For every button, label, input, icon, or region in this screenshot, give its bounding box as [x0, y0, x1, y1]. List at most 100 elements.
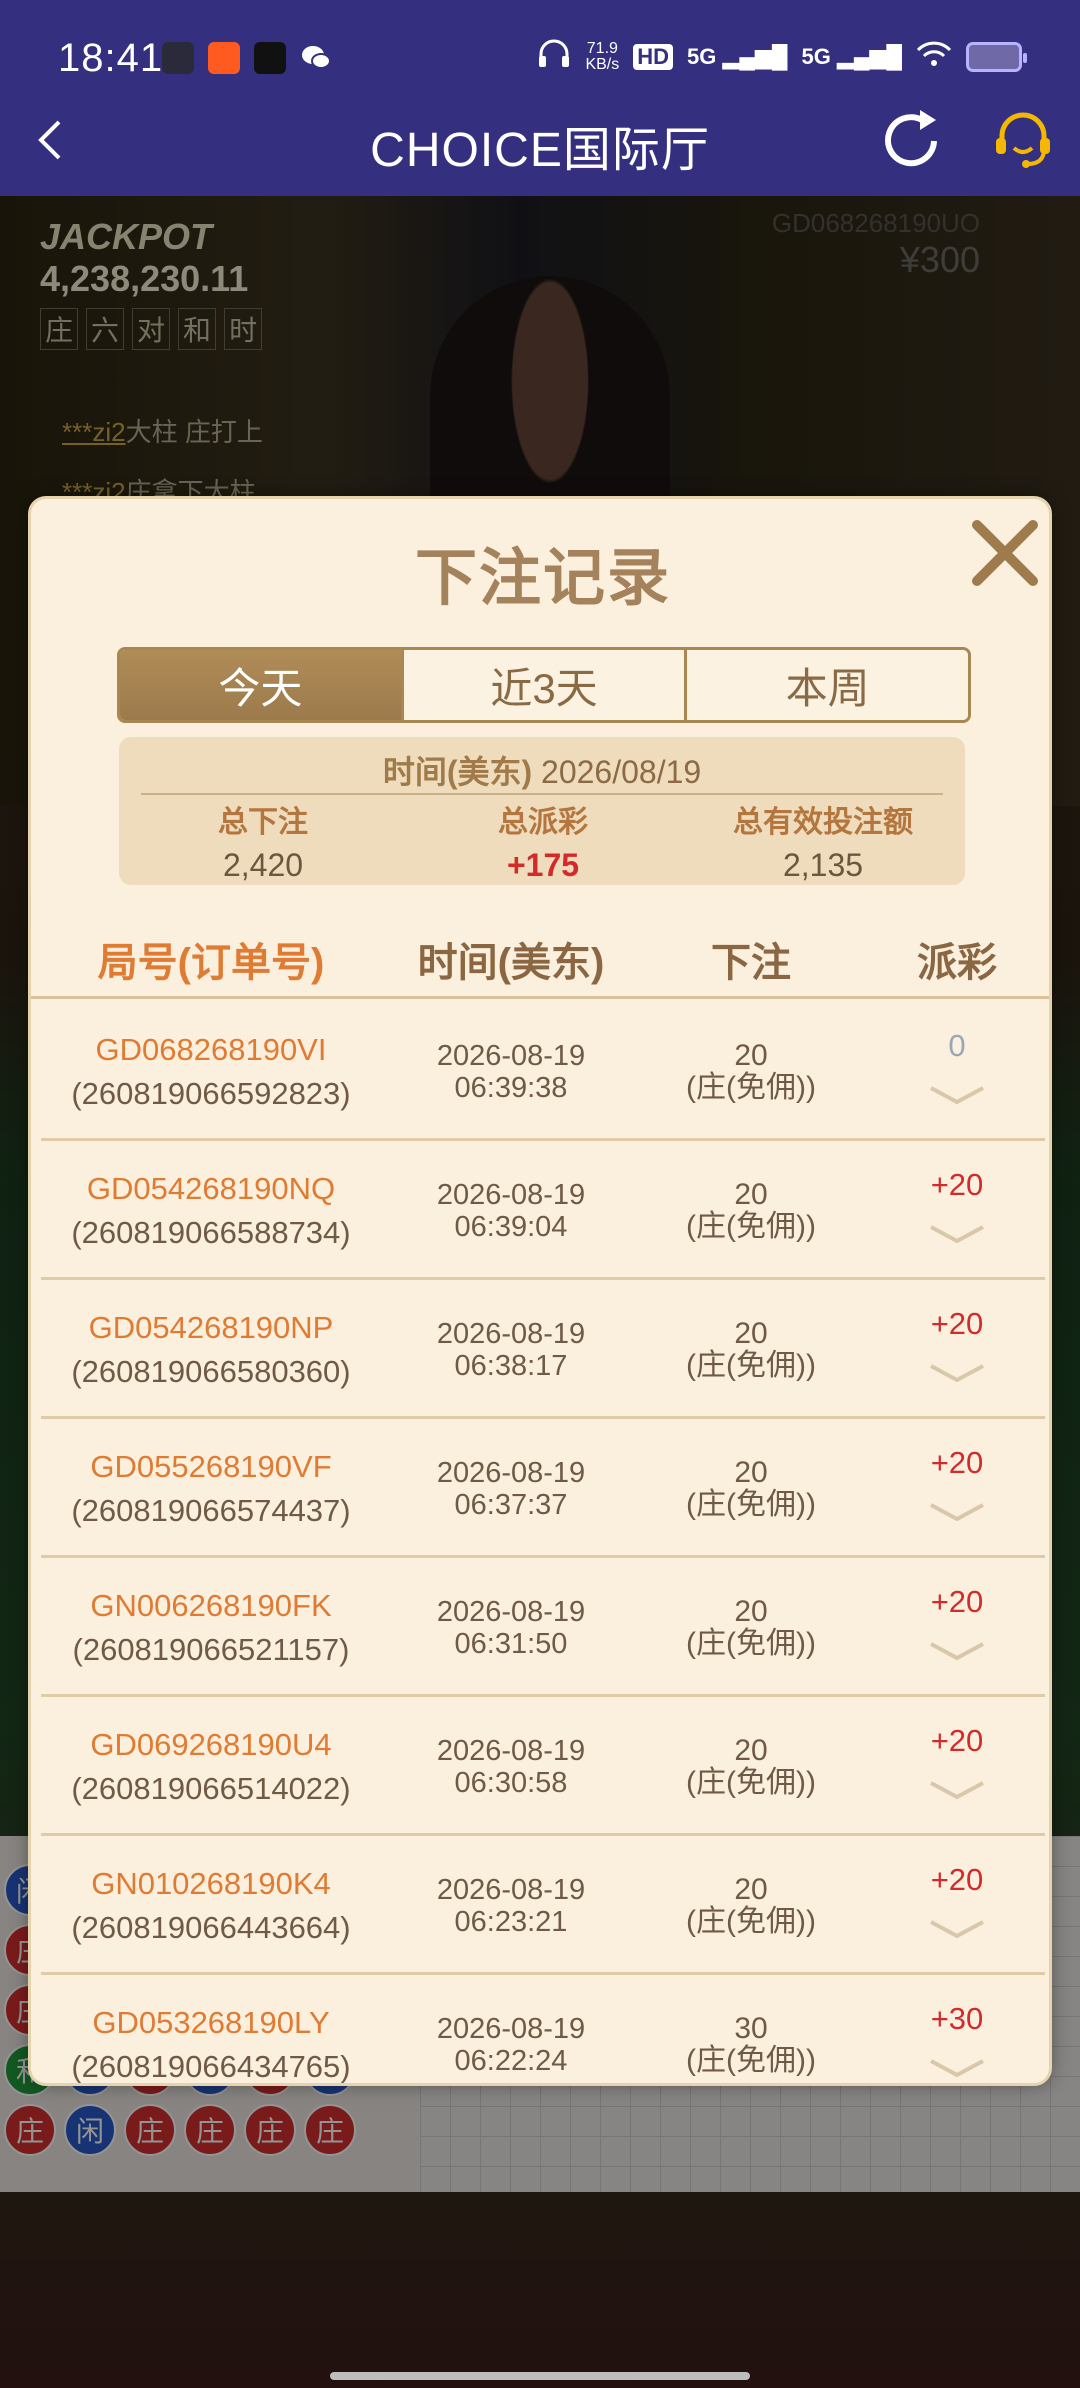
headphones-icon [537, 38, 571, 75]
chevron-down-icon[interactable] [927, 2055, 987, 2079]
bet-cell: 20 (庄(免佣)) [641, 1836, 861, 1975]
payout-amount: +20 [930, 1862, 984, 1897]
bet-amount: 30 [734, 2011, 768, 2045]
table-row[interactable]: GD054268190NP (260819066580360) 2026-08-19… [41, 1280, 1045, 1419]
bet-date: 2026-08-19 [436, 2012, 586, 2045]
game-id: GD068268190VI [95, 1031, 327, 1067]
game-id: GN010268190K4 [91, 1865, 331, 1901]
order-number: (260819066521157) [72, 1631, 350, 1667]
table-row[interactable]: GD069268190U4 (260819066514022) 2026-08-19… [41, 1697, 1045, 1836]
bet-amount: 20 [734, 1733, 768, 1767]
round-id-cell: GD069268190U4 (260819066514022) [41, 1697, 381, 1836]
bet-date: 2026-08-19 [436, 1873, 586, 1906]
table-row[interactable]: GD055268190VF (260819066574437) 2026-08-19… [41, 1419, 1045, 1558]
bet-date: 2026-08-19 [436, 1734, 586, 1767]
tiktok-icon [254, 42, 286, 74]
signal-5g-1: 5G ▂▄▆█ [687, 43, 788, 69]
summary-panel: 时间(美东) 2026/08/19 总下注 2,420 总派彩 +175 总有效… [119, 737, 965, 885]
col-round-id: 局号(订单号) [97, 941, 325, 985]
bet-record-list[interactable]: GD068268190VI (260819066592823) 2026-08-19… [41, 1002, 1045, 2084]
chevron-down-icon[interactable] [927, 1499, 987, 1523]
time-cell: 2026-08-19 06:23:21 [386, 1836, 636, 1975]
payout-cell: +20 [877, 1697, 1037, 1836]
table-row[interactable]: GN010268190K4 (260819066443664) 2026-08-19… [41, 1836, 1045, 1975]
time-cell: 2026-08-19 06:31:50 [386, 1558, 636, 1697]
divider [141, 793, 943, 795]
dialog-title: 下注记录 [414, 544, 671, 613]
tab-today[interactable]: 今天 [120, 650, 404, 720]
bet-date: 2026-08-19 [436, 1595, 586, 1628]
bet-cell: 20 (庄(免佣)) [641, 1419, 861, 1558]
round-id-cell: GD055268190VF (260819066574437) [41, 1419, 381, 1558]
bet-time: 06:39:04 [454, 1210, 568, 1243]
bet-type: (庄(免佣)) [686, 1487, 816, 1521]
summary-date: 时间(美东) 2026/08/19 [382, 754, 702, 790]
col-payout: 派彩 [917, 941, 997, 985]
payout-amount: +20 [930, 1584, 984, 1619]
bet-cell: 30 (庄(免佣)) [641, 1975, 861, 2083]
customer-service-icon [996, 112, 1050, 168]
table-row[interactable]: GD053268190LY (260819066434765) 2026-08-19… [41, 1975, 1045, 2084]
status-right: 71.9 KB/s HD 5G ▂▄▆█ 5G ▂▄▆█ [537, 38, 1027, 75]
bet-amount: 20 [734, 1316, 768, 1350]
bet-date: 2026-08-19 [436, 1178, 586, 1211]
order-number: (260819066443664) [71, 1909, 351, 1945]
bet-time: 06:37:37 [454, 1488, 568, 1521]
table-header: 局号(订单号) 时间(美东) 下注 派彩 [31, 919, 1049, 999]
bet-type: (庄(免佣)) [686, 2043, 816, 2077]
bet-amount: 20 [734, 1872, 768, 1906]
game-id: GD053268190LY [92, 2004, 330, 2040]
payout-amount: +20 [930, 1306, 984, 1341]
tab-last-3-days[interactable]: 近3天 [403, 650, 688, 720]
chevron-down-icon[interactable] [927, 1638, 987, 1662]
close-icon [972, 520, 1038, 586]
col-time: 时间(美东) [417, 941, 605, 985]
notification-icons [162, 42, 332, 74]
time-cell: 2026-08-19 06:39:38 [386, 1002, 636, 1141]
chevron-down-icon[interactable] [927, 1777, 987, 1801]
chevron-down-icon[interactable] [927, 1221, 987, 1245]
payout-cell: +20 [877, 1280, 1037, 1419]
payout-cell: +20 [877, 1836, 1037, 1975]
kuaishou-icon [208, 42, 240, 74]
bet-type: (庄(免佣)) [686, 1626, 816, 1660]
time-cell: 2026-08-19 06:37:37 [386, 1419, 636, 1558]
bet-type: (庄(免佣)) [686, 1070, 816, 1104]
bet-cell: 20 (庄(免佣)) [641, 1697, 861, 1836]
bet-time: 06:22:24 [454, 2044, 568, 2077]
battery-icon [966, 41, 1027, 72]
chevron-down-icon[interactable] [927, 1916, 987, 1940]
tab-this-week[interactable]: 本周 [687, 650, 968, 720]
wechat-icon [300, 42, 332, 74]
payout-cell: +20 [877, 1419, 1037, 1558]
signal-5g-2: 5G ▂▄▆█ [801, 43, 902, 69]
close-button[interactable] [965, 513, 1045, 593]
payout-amount: +30 [930, 2001, 984, 2036]
table-row[interactable]: GN006268190FK (260819066521157) 2026-08-19… [41, 1558, 1045, 1697]
order-number: (260819066574437) [71, 1492, 351, 1528]
round-id-cell: GD054268190NQ (260819066588734) [41, 1141, 381, 1280]
home-indicator[interactable] [330, 2372, 750, 2380]
customer-service-button[interactable] [988, 106, 1058, 176]
chevron-down-icon[interactable] [927, 1082, 987, 1106]
bet-date: 2026-08-19 [436, 1456, 586, 1489]
refresh-icon [885, 110, 937, 167]
bet-date: 2026-08-19 [436, 1039, 586, 1072]
time-cell: 2026-08-19 06:30:58 [386, 1697, 636, 1836]
bet-cell: 20 (庄(免佣)) [641, 1280, 861, 1419]
payout-amount: +20 [930, 1167, 984, 1202]
table-row[interactable]: GD054268190NQ (260819066588734) 2026-08-19… [41, 1141, 1045, 1280]
order-number: (260819066434765) [71, 2048, 351, 2084]
game-id: GD054268190NP [88, 1309, 334, 1345]
refresh-button[interactable] [876, 106, 946, 176]
table-row[interactable]: GD068268190VI (260819066592823) 2026-08-19… [41, 1002, 1045, 1141]
chevron-down-icon[interactable] [927, 1360, 987, 1384]
bet-cell: 20 (庄(免佣)) [641, 1002, 861, 1141]
status-time: 18:41 [58, 36, 164, 80]
order-number: (260819066588734) [71, 1214, 351, 1250]
game-id: GD054268190NQ [86, 1170, 336, 1206]
app-header: 18:41 71.9 KB/s HD 5G ▂▄▆█ 5G ▂▄▆█ CHOIC… [0, 0, 1080, 196]
payout-cell: +20 [877, 1558, 1037, 1697]
time-cell: 2026-08-19 06:22:24 [386, 1975, 636, 2083]
bet-amount: 20 [734, 1038, 768, 1072]
